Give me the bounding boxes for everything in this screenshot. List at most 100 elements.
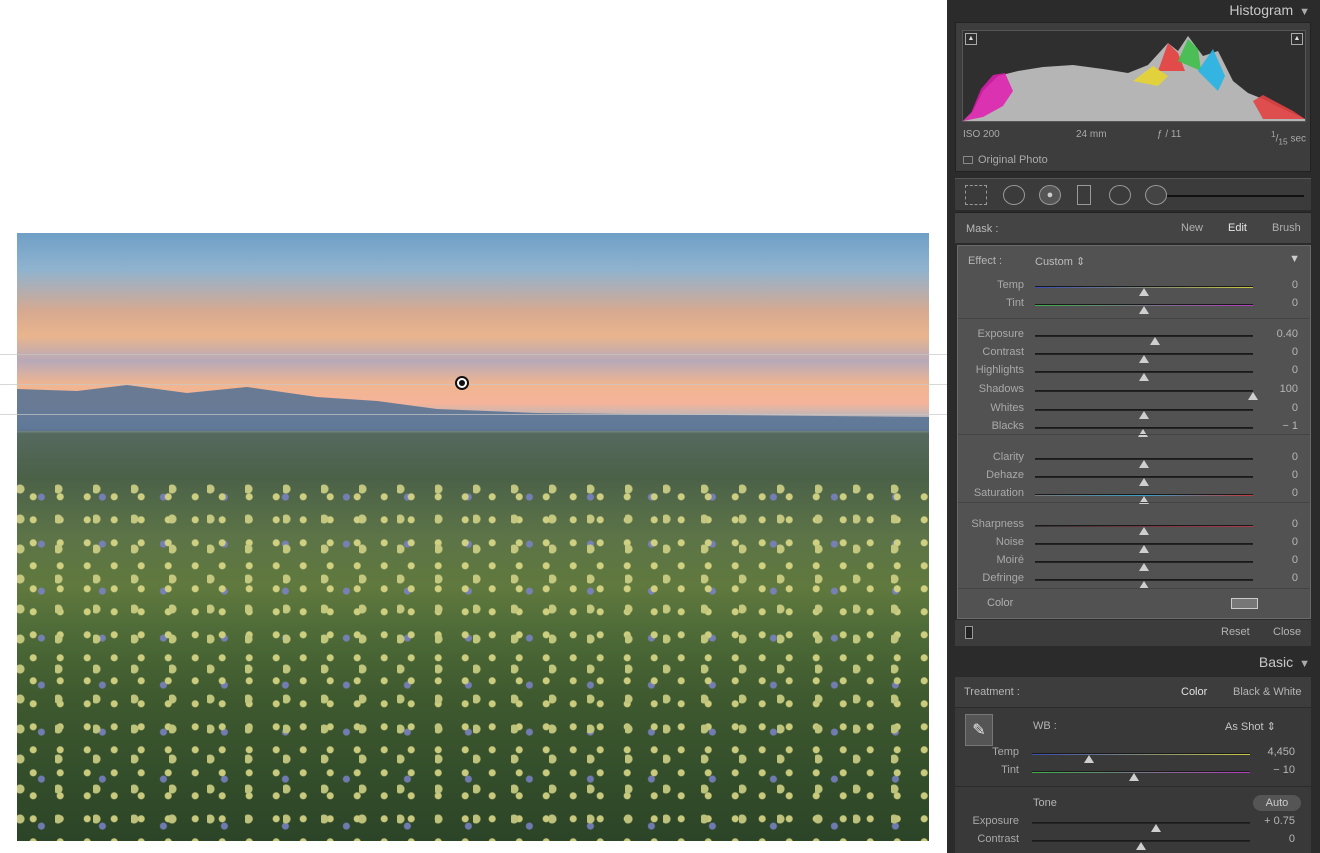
- dehaze-track[interactable]: [1035, 476, 1253, 486]
- blacks-track[interactable]: [1035, 427, 1253, 437]
- slider-row-shadows: Shadows 100: [958, 383, 1310, 401]
- blacks-value[interactable]: − 1: [1282, 420, 1298, 432]
- divider: [958, 502, 1310, 503]
- exposure-thumb[interactable]: [1149, 337, 1160, 345]
- contrast-value[interactable]: 0: [1292, 346, 1298, 358]
- basic-exposure-track[interactable]: [1032, 822, 1250, 832]
- whites-thumb[interactable]: [1139, 411, 1149, 419]
- whites-track[interactable]: [1035, 409, 1253, 419]
- mask-pin[interactable]: [455, 376, 469, 390]
- basic-tint-value[interactable]: − 10: [1273, 764, 1295, 776]
- color-swatch[interactable]: [1231, 598, 1258, 609]
- saturation-value[interactable]: 0: [1292, 487, 1298, 499]
- exposure-value[interactable]: 0.40: [1277, 328, 1298, 340]
- noise-track[interactable]: [1035, 543, 1253, 553]
- eyedropper-icon[interactable]: ✎: [965, 714, 993, 746]
- sharpness-value[interactable]: 0: [1292, 518, 1298, 530]
- sharpness-thumb[interactable]: [1139, 527, 1149, 535]
- defringe-track[interactable]: [1035, 579, 1253, 589]
- temp-value[interactable]: 0: [1292, 279, 1298, 291]
- shadows-thumb[interactable]: [1248, 392, 1258, 400]
- reset-button[interactable]: Reset: [1221, 626, 1250, 638]
- tool-slider[interactable]: [1167, 195, 1304, 197]
- treatment-color-button[interactable]: Color: [1181, 686, 1207, 698]
- basic-exposure-thumb[interactable]: [1151, 824, 1162, 832]
- effect-toggle-switch[interactable]: [965, 626, 973, 639]
- mask-new-button[interactable]: New: [1181, 222, 1203, 234]
- wb-dropdown[interactable]: As Shot ⇕: [1225, 720, 1276, 733]
- mask-brush-button[interactable]: Brush: [1272, 222, 1301, 234]
- slider-row-dehaze: Dehaze 0: [958, 469, 1310, 487]
- mask-edit-button[interactable]: Edit: [1228, 222, 1247, 234]
- graduated-filter-icon[interactable]: [1077, 185, 1091, 205]
- landscape-photo[interactable]: [17, 233, 929, 841]
- basic-tint-thumb[interactable]: [1129, 773, 1140, 781]
- basic-contrast-thumb[interactable]: [1136, 842, 1146, 850]
- checkbox-icon[interactable]: [963, 156, 973, 165]
- basic-temp-row: Temp 4,450: [955, 746, 1307, 764]
- tint-track[interactable]: [1035, 304, 1253, 314]
- crop-overlay-icon[interactable]: [965, 185, 987, 205]
- shadows-track[interactable]: [1035, 390, 1258, 400]
- shadows-label: Shadows: [978, 383, 1024, 395]
- gradient-guide-top[interactable]: [0, 354, 947, 355]
- original-photo-toggle[interactable]: Original Photo: [963, 154, 1048, 166]
- whites-value[interactable]: 0: [1292, 402, 1298, 414]
- effect-menu-triangle-icon[interactable]: ▼: [1289, 253, 1300, 265]
- temp-track[interactable]: [1035, 286, 1253, 296]
- basic-temp-thumb[interactable]: [1083, 755, 1094, 763]
- slider-row-blacks: Blacks − 1: [958, 420, 1310, 438]
- divider: [958, 588, 1310, 589]
- sharpness-track[interactable]: [1035, 525, 1253, 535]
- collapse-triangle-icon[interactable]: ▼: [1299, 6, 1310, 18]
- collapse-triangle-icon[interactable]: ▼: [1299, 658, 1310, 670]
- treatment-row: Treatment : Color Black & White: [955, 677, 1311, 707]
- clarity-thumb[interactable]: [1139, 460, 1149, 468]
- exposure-track[interactable]: [1035, 335, 1253, 345]
- divider: [958, 318, 1310, 319]
- radial-filter-icon[interactable]: [1109, 185, 1131, 205]
- basic-temp-track[interactable]: [1032, 753, 1250, 763]
- temp-thumb[interactable]: [1139, 288, 1149, 296]
- highlights-value[interactable]: 0: [1292, 364, 1298, 376]
- highlights-thumb[interactable]: [1139, 373, 1149, 381]
- gradient-guide-bottom[interactable]: [0, 414, 947, 415]
- basic-temp-label: Temp: [992, 746, 1019, 758]
- red-eye-icon[interactable]: ●: [1039, 185, 1061, 205]
- spot-removal-icon[interactable]: [1003, 185, 1025, 205]
- highlights-track[interactable]: [1035, 371, 1253, 381]
- blacks-thumb[interactable]: [1137, 429, 1148, 437]
- basic-contrast-value[interactable]: 0: [1289, 833, 1295, 845]
- dehaze-value[interactable]: 0: [1292, 469, 1298, 481]
- adjustment-brush-icon[interactable]: [1145, 185, 1167, 205]
- clarity-track[interactable]: [1035, 458, 1253, 468]
- basic-exposure-value[interactable]: + 0.75: [1264, 815, 1295, 827]
- noise-thumb[interactable]: [1139, 545, 1149, 553]
- tint-value[interactable]: 0: [1292, 297, 1298, 309]
- moire-track[interactable]: [1035, 561, 1253, 571]
- close-button[interactable]: Close: [1273, 626, 1301, 638]
- contrast-track[interactable]: [1035, 353, 1253, 363]
- contrast-thumb[interactable]: [1139, 355, 1149, 363]
- moire-value[interactable]: 0: [1292, 554, 1298, 566]
- basic-contrast-track[interactable]: [1032, 840, 1250, 850]
- treatment-bw-button[interactable]: Black & White: [1233, 686, 1301, 698]
- clarity-value[interactable]: 0: [1292, 451, 1298, 463]
- histogram-header[interactable]: Histogram ▼: [1229, 2, 1310, 18]
- gradient-guide-center[interactable]: [0, 384, 947, 385]
- auto-tone-button[interactable]: Auto: [1253, 795, 1301, 811]
- basic-header[interactable]: Basic ▼: [1259, 654, 1310, 670]
- shadows-value[interactable]: 100: [1280, 383, 1298, 395]
- clarity-label: Clarity: [992, 451, 1024, 463]
- basic-temp-value[interactable]: 4,450: [1267, 746, 1295, 758]
- noise-value[interactable]: 0: [1292, 536, 1298, 548]
- photo-canvas[interactable]: [0, 0, 947, 853]
- moire-thumb[interactable]: [1139, 563, 1149, 571]
- basic-tint-track[interactable]: [1032, 771, 1250, 781]
- tint-thumb[interactable]: [1139, 306, 1149, 314]
- effect-preset-dropdown[interactable]: Custom ⇕: [1035, 255, 1085, 268]
- dehaze-thumb[interactable]: [1139, 478, 1149, 486]
- saturation-track[interactable]: [1035, 494, 1253, 504]
- defringe-value[interactable]: 0: [1292, 572, 1298, 584]
- slider-row-clarity: Clarity 0: [958, 451, 1310, 469]
